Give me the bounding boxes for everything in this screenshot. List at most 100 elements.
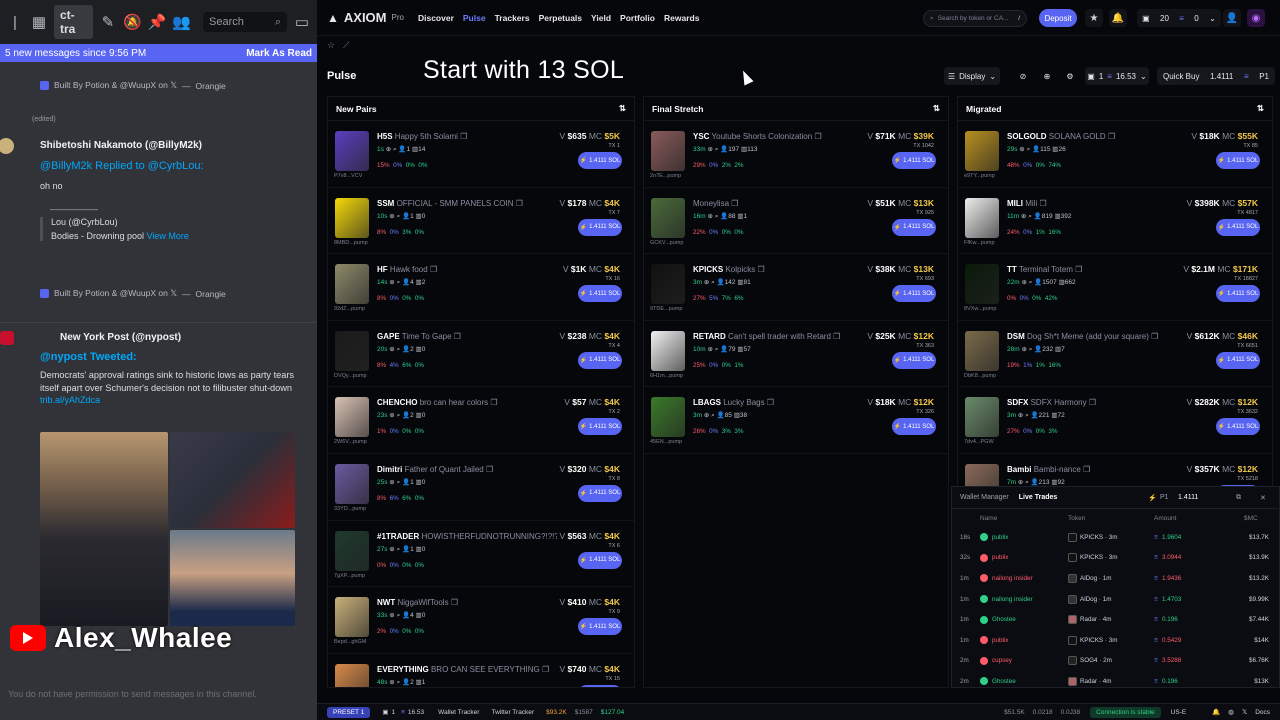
nav-trackers[interactable]: Trackers bbox=[495, 13, 530, 23]
token-image[interactable] bbox=[651, 330, 685, 371]
tweet-link[interactable]: trib.al/yAhZdca bbox=[0, 395, 317, 405]
quick-buy-button[interactable]: ⚡1.4111 SOL bbox=[578, 351, 622, 369]
copy-icon[interactable]: ❐ bbox=[542, 665, 549, 674]
quick-buy-preset[interactable]: P1 bbox=[1259, 72, 1269, 81]
copy-icon[interactable]: ❐ bbox=[451, 598, 458, 607]
copy-icon[interactable]: ❐ bbox=[1039, 199, 1046, 208]
token-name[interactable]: SSM OFFICIAL - SMM PANELS COIN ❐ bbox=[377, 199, 523, 208]
quick-buy-button[interactable]: ⚡1.4111 SOL bbox=[578, 551, 622, 569]
token-search-input[interactable]: ⌕ Search by token or CA... / bbox=[923, 10, 1027, 27]
token-name[interactable]: NWT NiggaWifTools ❐ bbox=[377, 598, 458, 607]
quick-buy-button[interactable]: ⚡1.4111 SOL bbox=[892, 351, 936, 369]
quick-buy-button[interactable]: ⚡1.4111 SOL bbox=[578, 618, 622, 636]
trade-row[interactable]: 1m publix KPICKS · 3m ≡ 0.5429 $14K bbox=[952, 630, 1279, 651]
token-row[interactable]: DVQy...pump GAPE Time To Gape ❐ 20s ⊕ ⌕ … bbox=[328, 321, 634, 388]
globe-icon[interactable]: ⊕ bbox=[1021, 346, 1026, 353]
search-icon[interactable]: ⌕ bbox=[1025, 412, 1029, 419]
trade-row[interactable]: 1m nailong insider AlDog · 1m ≡ 1.4703 $… bbox=[952, 589, 1279, 610]
token-name[interactable]: H5S Happy 5th Solami ❐ bbox=[377, 132, 467, 141]
copy-icon[interactable]: ❐ bbox=[1151, 332, 1158, 341]
token-name[interactable]: YSC Youtube Shorts Colonization ❐ bbox=[693, 132, 822, 141]
quick-buy-button[interactable]: ⚡1.4111 SOL bbox=[892, 218, 936, 236]
quick-buy-button[interactable]: ⚡1.4111 SOL bbox=[1216, 418, 1260, 436]
live-preset[interactable]: P1 bbox=[1160, 494, 1169, 501]
popout-icon[interactable]: ⧉ bbox=[1236, 494, 1241, 502]
globe-icon[interactable]: ⊕ bbox=[389, 679, 394, 686]
token-row[interactable]: FfKw...pump MILI Mili ❐ 11m ⊕ ⌕ 👤819 ▥39… bbox=[958, 188, 1272, 255]
filter-icon[interactable]: ⇅ bbox=[619, 103, 626, 114]
sidebar-toggle-icon[interactable]: | bbox=[6, 14, 24, 31]
token-name[interactable]: CHENCHO bro can hear colors ❐ bbox=[377, 398, 498, 407]
copy-icon[interactable]: ❐ bbox=[1075, 265, 1082, 274]
trader-name[interactable]: publix bbox=[992, 637, 1008, 644]
token-row[interactable]: 2W6V...pump CHENCHO bro can hear colors … bbox=[328, 387, 634, 454]
view-more-link[interactable]: View More bbox=[147, 231, 189, 241]
token-name[interactable]: RETARD Can't spell trader with Retard ❐ bbox=[693, 332, 840, 341]
token-row[interactable]: 2n7E...pump YSC Youtube Shorts Colonizat… bbox=[644, 121, 948, 188]
tab-wallet-manager[interactable]: Wallet Manager bbox=[960, 494, 1009, 501]
token-address[interactable]: 9TDE...pump bbox=[650, 306, 682, 312]
nav-yield[interactable]: Yield bbox=[591, 13, 611, 23]
avatar[interactable] bbox=[0, 137, 14, 154]
search-icon[interactable]: ⌕ bbox=[397, 213, 401, 220]
search-icon[interactable]: ⌕ bbox=[711, 412, 715, 419]
token-address[interactable]: DbK8...pump bbox=[964, 373, 996, 379]
trade-token[interactable]: AlDog · 1m bbox=[1080, 575, 1112, 582]
token-address[interactable]: GCKV...pump bbox=[650, 240, 683, 246]
token-address[interactable]: 8MBD...pump bbox=[334, 240, 368, 246]
bell-icon[interactable]: 🔔 bbox=[1109, 9, 1127, 27]
quick-buy-button[interactable]: ⚡1.4111 SOL bbox=[1216, 218, 1260, 236]
token-row[interactable]: P7v8...VCV H5S Happy 5th Solami ❐ 1s ⊕ ⌕… bbox=[328, 121, 634, 188]
token-row[interactable]: 7dv4...PGW SDFX SDFX Harmony ❐ 3m ⊕ ⌕ 👤2… bbox=[958, 387, 1272, 454]
trade-row[interactable]: 1m nailong insider AlDog · 1m ≡ 1.9436 $… bbox=[952, 568, 1279, 589]
search-icon[interactable]: ⌕ bbox=[1027, 146, 1031, 153]
chart-icon[interactable]: ⟋ bbox=[343, 40, 349, 51]
globe-icon[interactable]: ⊕ bbox=[1021, 213, 1026, 220]
photo-2[interactable] bbox=[170, 432, 295, 528]
copy-icon[interactable]: ❐ bbox=[1089, 398, 1096, 407]
docs-link[interactable]: Docs bbox=[1255, 709, 1270, 716]
trade-token[interactable]: KPICKS · 3m bbox=[1080, 534, 1117, 541]
pin-icon[interactable]: 📌 bbox=[148, 13, 167, 31]
globe-icon[interactable]: ⊕ bbox=[707, 146, 712, 153]
globe-icon[interactable]: ⊕ bbox=[389, 546, 394, 553]
search-icon[interactable]: ⌕ bbox=[397, 479, 401, 486]
nypost-avatar[interactable] bbox=[0, 330, 14, 345]
token-name[interactable]: TT Terminal Totem ❐ bbox=[1007, 265, 1082, 274]
trade-row[interactable]: 2m cupsey SOG4 · 2m ≡ 3.5288 $6.76K bbox=[952, 651, 1279, 672]
copy-icon[interactable]: ❐ bbox=[486, 465, 493, 474]
token-row[interactable]: Bepd...ghGM NWT NiggaWifTools ❐ 33s ⊕ ⌕ … bbox=[328, 587, 634, 654]
token-address[interactable]: 2n7E...pump bbox=[650, 173, 681, 179]
quick-buy-button[interactable]: ⚡1.4111 SOL bbox=[578, 218, 622, 236]
token-address[interactable]: P7v8...VCV bbox=[334, 173, 362, 179]
token-address[interactable]: FfKw...pump bbox=[964, 240, 995, 246]
token-row[interactable]: 6H1m...pump RETARD Can't spell trader wi… bbox=[644, 321, 948, 388]
quick-buy-button[interactable]: ⚡1.4111 SOL bbox=[892, 418, 936, 436]
quick-buy-button[interactable]: ⚡1.4111 SOL bbox=[578, 285, 622, 303]
token-row[interactable]: e9TY...pump SOLGOLD SOLANA GOLD ❐ 29s ⊕ … bbox=[958, 121, 1272, 188]
globe-icon[interactable]: ⊕ bbox=[389, 479, 394, 486]
globe-icon[interactable]: ⊕ bbox=[1021, 279, 1026, 286]
token-image[interactable] bbox=[335, 264, 369, 305]
search-icon[interactable]: ⌕ bbox=[1028, 213, 1032, 220]
token-image[interactable] bbox=[651, 397, 685, 438]
token-row[interactable]: DbK8...pump DSM Dog Sh*t Meme (add your … bbox=[958, 321, 1272, 388]
star-icon[interactable]: ★ bbox=[1085, 9, 1103, 27]
trade-row[interactable]: 2m Ghostee Radar · 4m ≡ 0.196 $13K bbox=[952, 671, 1279, 687]
trade-row[interactable]: 32s publix KPICKS · 3m ≡ 3.0944 $13.9K bbox=[952, 548, 1279, 569]
copy-icon[interactable]: ❐ bbox=[833, 332, 840, 341]
copy-icon[interactable]: ❐ bbox=[731, 199, 738, 208]
copy-icon[interactable]: ❐ bbox=[430, 265, 437, 274]
region-selector[interactable]: US-E bbox=[1171, 709, 1187, 716]
token-image[interactable] bbox=[965, 131, 999, 171]
copy-icon[interactable]: ❐ bbox=[1083, 465, 1090, 474]
new-messages-bar[interactable]: 5 new messages since 9:56 PM Mark As Rea… bbox=[0, 44, 317, 62]
trader-name[interactable]: nailong insider bbox=[992, 575, 1033, 582]
quick-buy-button[interactable]: ⚡1.4111 SOL bbox=[892, 285, 936, 303]
search-icon[interactable]: ⌕ bbox=[397, 679, 401, 686]
token-image[interactable] bbox=[651, 197, 685, 238]
trader-name[interactable]: publix bbox=[992, 534, 1008, 541]
token-name[interactable]: MILI Mili ❐ bbox=[1007, 199, 1047, 208]
trade-token[interactable]: SOG4 · 2m bbox=[1080, 657, 1112, 664]
search-icon[interactable]: ⌕ bbox=[397, 279, 401, 286]
